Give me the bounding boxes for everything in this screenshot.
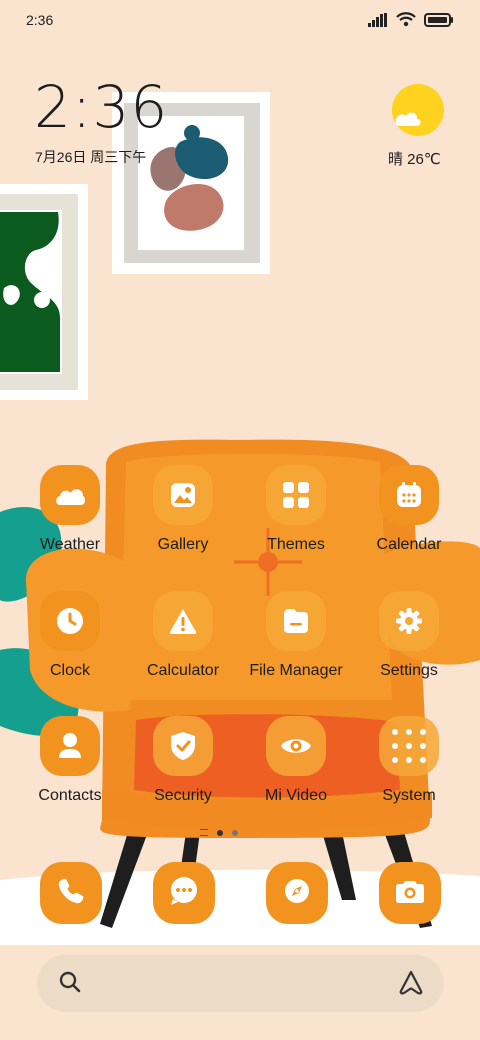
sun-cloud-icon (392, 84, 444, 136)
assistant-icon[interactable] (397, 969, 425, 1000)
dock-phone[interactable] (40, 862, 102, 924)
folder-icon (266, 591, 326, 651)
app-label: Contacts (38, 787, 102, 804)
app-weather[interactable]: Weather (14, 465, 126, 565)
app-calendar[interactable]: Calendar (353, 465, 465, 565)
warning-triangle-icon (153, 591, 213, 651)
app-label: System (382, 787, 436, 804)
dock-camera[interactable] (379, 862, 441, 924)
calendar-icon (379, 465, 439, 525)
app-mi-video[interactable]: Mi Video (240, 716, 352, 816)
app-label: Themes (267, 536, 325, 553)
weather-cloud-icon (40, 465, 100, 525)
app-contacts[interactable]: Contacts (14, 716, 126, 816)
app-security[interactable]: Security (127, 716, 239, 816)
signal-icon (368, 12, 388, 32)
app-settings[interactable]: Settings (353, 591, 465, 691)
gear-icon (379, 591, 439, 651)
app-label: Calculator (146, 662, 220, 679)
app-label: Clock (49, 662, 90, 679)
wifi-icon (396, 12, 416, 32)
search-icon (58, 970, 82, 999)
app-themes[interactable]: Themes (240, 465, 352, 565)
page-dot-active[interactable] (217, 829, 223, 836)
clock-widget-time[interactable]: 2:36 (34, 78, 168, 136)
eye-play-icon (266, 716, 326, 776)
dock-browser[interactable] (266, 862, 328, 924)
folder-grid-icon (379, 716, 439, 776)
phone-icon (56, 876, 86, 911)
browser-compass-icon (282, 876, 312, 911)
themes-grid-icon (266, 465, 326, 525)
weather-widget[interactable]: 晴 26℃ (380, 82, 460, 172)
gallery-icon (153, 465, 213, 525)
dock-messages[interactable] (153, 862, 215, 924)
app-gallery[interactable]: Gallery (127, 465, 239, 565)
page-indicator[interactable] (200, 829, 238, 836)
app-system-folder[interactable]: System (353, 716, 465, 816)
app-label: Settings (380, 662, 438, 679)
weather-text: 晴 26℃ (388, 151, 441, 168)
search-bar[interactable] (38, 955, 443, 1010)
camera-icon (395, 878, 425, 909)
home-menu-icon (200, 829, 208, 836)
message-icon (168, 875, 200, 912)
app-label: Gallery (157, 536, 209, 553)
app-label: Mi Video (265, 787, 327, 804)
clock-icon (40, 591, 100, 651)
status-bar: 2:36 (0, 0, 480, 42)
app-label: Calendar (376, 536, 442, 553)
app-label: Security (154, 787, 212, 804)
page-dot[interactable] (232, 829, 238, 836)
status-icons (368, 12, 454, 32)
app-label: Weather (39, 536, 101, 553)
clock-widget-date: 7月26日 周三下午 (35, 149, 147, 165)
battery-icon (424, 12, 454, 32)
status-time: 2:36 (26, 12, 54, 28)
app-clock[interactable]: Clock (14, 591, 126, 691)
person-icon (40, 716, 100, 776)
app-label: File Manager (249, 662, 343, 679)
app-calculator[interactable]: Calculator (127, 591, 239, 691)
shield-check-icon (153, 716, 213, 776)
app-file-manager[interactable]: File Manager (240, 591, 352, 691)
